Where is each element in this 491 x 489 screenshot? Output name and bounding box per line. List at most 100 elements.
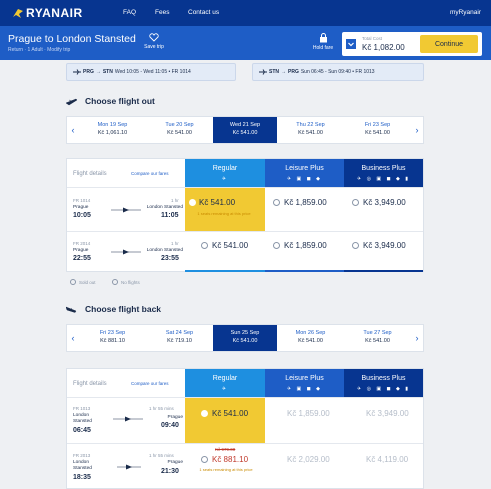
flight-duration: 1 hr (171, 198, 179, 203)
fare-header-regular[interactable]: Regular ✈ (185, 369, 265, 397)
date-tab-2-selected[interactable]: Sun 25 Sep Kč 541.00 (213, 325, 277, 351)
date-label: Wed 21 Sep (229, 122, 261, 128)
fare-radio[interactable] (201, 410, 208, 417)
inbound-fare-table: Flight details Compare our fares Regular… (66, 368, 424, 489)
fare-name: Regular (212, 165, 238, 172)
flight-details-label: Flight details (73, 171, 107, 177)
fare-cell-regular[interactable]: Kč 541.00 (185, 232, 265, 272)
flight-number: FR 1013 (73, 406, 91, 411)
fare-header-business[interactable]: Business Plus ✈ ◎ ▣ ◼ ◆ ▮ (344, 369, 423, 397)
chevron-right-icon[interactable]: › (411, 325, 423, 351)
date-tab-1[interactable]: Sat 24 Sep Kč 719.10 (146, 325, 213, 351)
fare-table-header: Flight details Compare our fares Regular… (67, 369, 423, 397)
fare-price: Kč 541.00 (212, 409, 249, 418)
fare-header-regular[interactable]: Regular ✈ (185, 159, 265, 187)
flight-row: FR 1013 London Stansted 06:45 1 hr 55 mi… (67, 397, 423, 444)
date-price: Kč 541.00 (298, 338, 323, 344)
flight-row: FR 2014 Prague 22:55 1 hr London Stanste… (67, 231, 423, 272)
nav-fees[interactable]: Fees (155, 9, 169, 16)
plane-icon (73, 69, 81, 75)
save-trip-button[interactable]: Save trip (143, 33, 165, 50)
date-label: Fri 23 Sep (364, 122, 391, 128)
hold-fare-button[interactable]: Hold fare (310, 33, 336, 51)
date-tab-1[interactable]: Tue 20 Sep Kč 541.00 (146, 117, 213, 143)
date-label: Mon 26 Sep (295, 330, 326, 336)
perk-icons: ✈ ◎ ▣ ◼ ◆ ▮ (357, 386, 410, 392)
date-price: Kč 881.10 (100, 338, 125, 344)
departure-time: 18:35 (73, 474, 91, 481)
compare-fares-link[interactable]: Compare our fares (131, 381, 169, 386)
nav-faq[interactable]: FAQ (123, 9, 136, 16)
fare-radio[interactable] (201, 242, 208, 249)
date-label: Tue 20 Sep (165, 122, 194, 128)
fare-cell-leisure-disabled: Kč 1,859.00 (265, 398, 344, 444)
seats-remaining: 1 seats remaining at this price (199, 467, 253, 472)
fare-header-leisure[interactable]: Leisure Plus ✈ ▣ ◼ ◆ (265, 159, 344, 187)
legend-label: No flights (121, 279, 140, 285)
fare-name: Business Plus (361, 165, 406, 172)
total-cost-value: Kč 1,082.00 (362, 43, 405, 52)
fare-radio[interactable] (189, 199, 196, 206)
outbound-summary[interactable]: PRG → STN Wed 10:05 - Wed 11:05 • FR 1014 (66, 63, 236, 81)
total-cost-box[interactable]: Total Cost Kč 1,082.00 Continue (342, 32, 482, 56)
destination-city: London Stansted (146, 248, 183, 253)
plane-icon (259, 69, 267, 75)
origin-city: London Stansted (73, 413, 92, 424)
fare-radio[interactable] (273, 242, 280, 249)
date-tab-0[interactable]: Mon 19 Sep Kč 1,061.10 (79, 117, 146, 143)
fare-cell-leisure[interactable]: Kč 1,859.00 (265, 232, 344, 272)
departure-time: 22:55 (73, 255, 91, 262)
perk-icons: ✈ ▣ ◼ ◆ (286, 386, 323, 392)
fare-cell-regular-selected[interactable]: Kč 541.00 1 seats remaining at this pric… (185, 188, 265, 232)
flight-details-label: Flight details (73, 381, 107, 387)
date-tab-4[interactable]: Fri 23 Sep Kč 541.00 (344, 117, 411, 143)
origin-city: Prague (73, 205, 89, 210)
chevron-right-icon[interactable]: › (411, 117, 423, 143)
date-label: Sat 24 Sep (165, 330, 194, 336)
fare-cell-leisure[interactable]: Kč 1,859.00 (265, 188, 344, 232)
chevron-left-icon[interactable]: ‹ (67, 117, 79, 143)
fare-radio[interactable] (201, 456, 208, 463)
inbound-summary[interactable]: STN → PRG Sun 06:45 - Sun 09:40 • FR 1013 (252, 63, 424, 81)
sale-price: Kč 881.10 (212, 455, 249, 464)
plane-takeoff-icon (66, 98, 77, 105)
my-ryanair-link[interactable]: myRyanair (450, 9, 481, 16)
date-price: Kč 1,061.10 (97, 130, 128, 136)
fare-cell-business[interactable]: Kč 3,949.00 (344, 232, 423, 272)
arrival-time: 11:05 (161, 212, 179, 219)
date-tab-3[interactable]: Mon 26 Sep Kč 541.00 (277, 325, 344, 351)
no-flights-icon (112, 279, 118, 285)
fare-header-leisure[interactable]: Leisure Plus ✈ ▣ ◼ ◆ (265, 369, 344, 397)
date-tab-4[interactable]: Tue 27 Sep Kč 541.00 (344, 325, 411, 351)
fare-cell-regular[interactable]: Kč 979.00 Kč 881.10 1 seats remaining at… (185, 444, 265, 489)
outbound-details: Wed 10:05 - Wed 11:05 • FR 1014 (114, 69, 191, 75)
fare-price: Kč 541.00 (212, 241, 249, 250)
arrival-time: 23:55 (161, 255, 179, 262)
nav-contact[interactable]: Contact us (188, 9, 219, 16)
ryanair-logo[interactable]: RYANAIR (12, 6, 83, 20)
date-tab-2-selected[interactable]: Wed 21 Sep Kč 541.00 (213, 117, 277, 143)
chevron-left-icon[interactable]: ‹ (67, 325, 79, 351)
fare-header-business[interactable]: Business Plus ✈ ◎ ▣ ◼ ◆ ▮ (344, 159, 423, 187)
date-tab-3[interactable]: Thu 22 Sep Kč 541.00 (277, 117, 344, 143)
fare-radio[interactable] (273, 199, 280, 206)
logo-text: RYANAIR (26, 6, 83, 20)
fare-cell-business[interactable]: Kč 3,949.00 (344, 188, 423, 232)
fare-price: Kč 541.00 (199, 198, 236, 207)
fare-price: Kč 3,949.00 (363, 198, 406, 207)
trip-subtitle[interactable]: Return · 1 Adult · Modify trip (8, 47, 70, 53)
fare-radio[interactable] (352, 242, 359, 249)
fare-name: Regular (212, 375, 238, 382)
date-tab-0[interactable]: Fri 23 Sep Kč 881.10 (79, 325, 146, 351)
fare-radio[interactable] (352, 199, 359, 206)
fare-cell-regular-selected[interactable]: Kč 541.00 (185, 398, 265, 444)
compare-fares-link[interactable]: Compare our fares (131, 171, 169, 176)
destination-city: London Stansted (146, 205, 183, 210)
departure-time: 10:05 (73, 212, 91, 219)
flight-number: FR 2013 (73, 453, 91, 458)
chevron-down-icon[interactable] (346, 39, 356, 49)
fare-price: Kč 1,859.00 (287, 409, 330, 418)
destination-city: Prague (167, 415, 183, 420)
lock-icon (319, 33, 327, 43)
continue-button[interactable]: Continue (420, 35, 478, 53)
